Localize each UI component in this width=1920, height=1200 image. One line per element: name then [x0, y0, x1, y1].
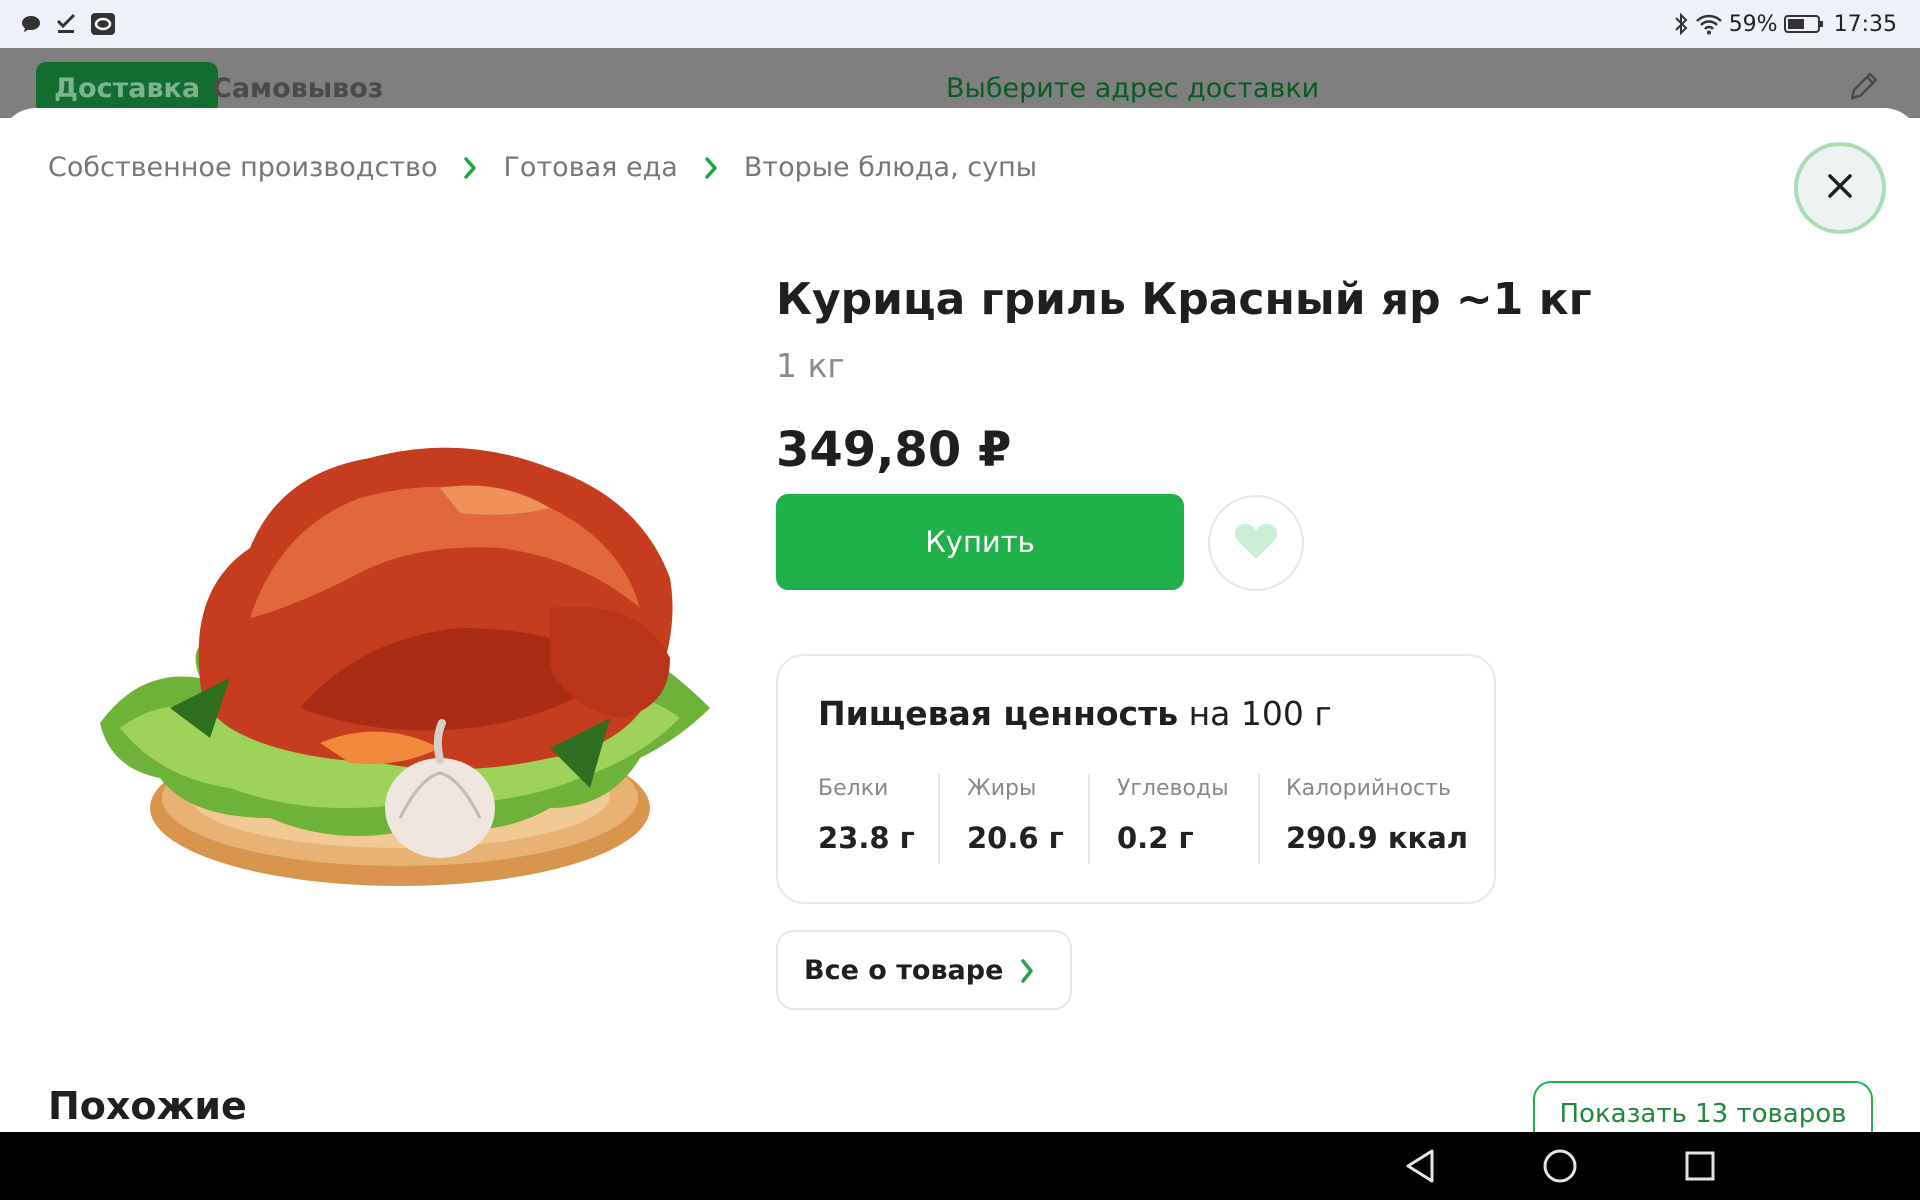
- favorite-button[interactable]: [1208, 495, 1304, 591]
- nutrition-label: Белки: [818, 776, 889, 801]
- status-right: 59% 17:35: [1673, 12, 1897, 37]
- nutrition-label: Углеводы: [1117, 776, 1229, 801]
- nutrition-label: Калорийность: [1286, 776, 1451, 801]
- breadcrumb: Собственное производство Готовая еда Вто…: [48, 152, 1037, 183]
- chevron-right-icon: [463, 156, 477, 180]
- all-about-label: Все о товаре: [804, 954, 1004, 986]
- chevron-right-icon: [1020, 958, 1034, 991]
- nutrition-fat: Жиры 20.6 г: [967, 776, 1064, 864]
- breadcrumb-item-ready-food[interactable]: Готовая еда: [503, 152, 677, 183]
- pencil-icon[interactable]: [1846, 68, 1882, 108]
- wifi-icon: [1695, 13, 1723, 35]
- status-left: [20, 12, 116, 36]
- address-select-link[interactable]: Выберите адрес доставки: [946, 62, 1319, 114]
- product-weight: 1 кг: [776, 346, 845, 385]
- nutrition-protein: Белки 23.8 г: [818, 776, 915, 864]
- buy-button[interactable]: Купить: [776, 494, 1184, 590]
- navigation-bar: [0, 1132, 1920, 1200]
- nutrition-value: 0.2 г: [1117, 821, 1194, 855]
- all-about-product-button[interactable]: Все о товаре: [776, 930, 1072, 1010]
- product-price: 349,80 ₽: [776, 422, 1012, 478]
- show-all-similar-button[interactable]: Показать 13 товаров: [1533, 1081, 1873, 1132]
- bluetooth-icon: [1673, 12, 1689, 36]
- nutrition-divider: [938, 774, 940, 864]
- product-sheet: Собственное производство Готовая еда Вто…: [0, 108, 1920, 1132]
- nutrition-divider: [1088, 774, 1090, 864]
- app-icon: [90, 12, 116, 36]
- battery-icon: [1783, 14, 1824, 34]
- close-icon: [1825, 171, 1855, 205]
- heart-icon: [1233, 521, 1279, 565]
- status-bar: 59% 17:35: [0, 0, 1920, 48]
- nutrition-value: 20.6 г: [967, 821, 1064, 855]
- product-image: [80, 378, 730, 938]
- nutrition-value: 23.8 г: [818, 821, 915, 855]
- breadcrumb-item-main-dishes[interactable]: Вторые блюда, супы: [744, 152, 1037, 183]
- tab-delivery[interactable]: Доставка: [36, 62, 219, 114]
- nutrition-divider: [1258, 774, 1260, 864]
- clock: 17:35: [1833, 11, 1897, 37]
- nutrition-calories: Калорийность 290.9 ккал: [1286, 776, 1468, 864]
- nutrition-title: Пищевая ценность на 100 г: [818, 694, 1332, 733]
- tab-pickup[interactable]: Самовывоз: [212, 62, 383, 114]
- product-title: Курица гриль Красный яр ~1 кг: [776, 274, 1592, 325]
- message-icon: [20, 14, 42, 34]
- nutrition-card: Пищевая ценность на 100 г Белки 23.8 г Ж…: [776, 654, 1496, 904]
- nutrition-carbs: Углеводы 0.2 г: [1117, 776, 1229, 864]
- breadcrumb-item-production[interactable]: Собственное производство: [48, 152, 437, 183]
- similar-section-title: Похожие: [48, 1084, 247, 1128]
- nutrition-title-main: Пищевая ценность: [818, 694, 1179, 733]
- check-icon: [56, 13, 76, 35]
- nutrition-title-unit: на 100 г: [1178, 694, 1332, 733]
- back-icon[interactable]: [1400, 1146, 1440, 1186]
- nutrition-label: Жиры: [967, 776, 1037, 801]
- chevron-right-icon: [704, 156, 718, 180]
- recents-icon[interactable]: [1680, 1146, 1720, 1186]
- close-button[interactable]: [1794, 142, 1886, 234]
- nutrition-value: 290.9 ккал: [1286, 821, 1469, 855]
- battery-percent: 59%: [1728, 11, 1778, 37]
- home-icon[interactable]: [1540, 1146, 1580, 1186]
